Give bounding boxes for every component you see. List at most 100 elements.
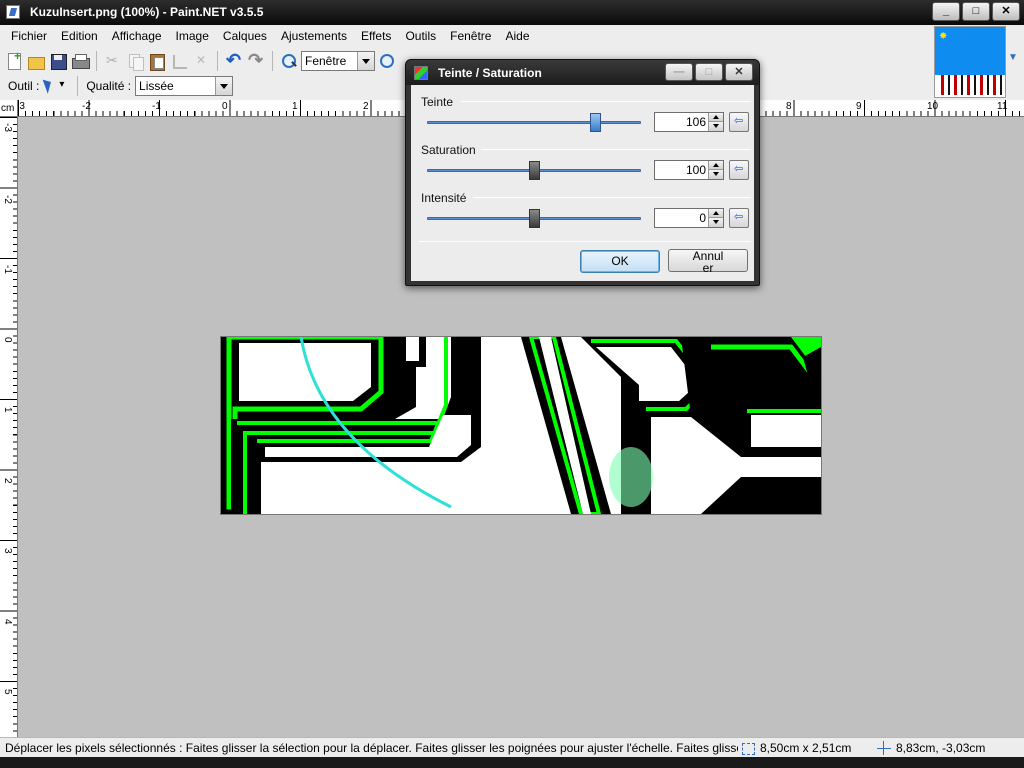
window-titlebar: KuzuInsert.png (100%) - Paint.NET v3.5.5… — [0, 0, 1024, 25]
ruler-unit: cm — [0, 100, 18, 117]
spin-down-icon[interactable] — [708, 122, 723, 131]
ruler-label: 10 — [927, 101, 939, 112]
chevron-down-icon[interactable] — [357, 52, 374, 70]
intensity-spinbox[interactable]: 0 — [654, 208, 724, 228]
open-folder-icon[interactable] — [26, 51, 46, 71]
cancel-button[interactable]: Annuler — [668, 249, 748, 274]
ruler-label: -2 — [82, 101, 91, 112]
ruler-label: 2 — [2, 478, 13, 484]
print-icon[interactable] — [70, 51, 90, 71]
spin-down-icon[interactable] — [708, 170, 723, 179]
tool-options-bar: Outil : Qualité : Lissée — [8, 75, 234, 97]
dialog-minimize-button[interactable]: — — [665, 63, 693, 81]
spin-down-icon[interactable] — [708, 218, 723, 227]
zoom-in-icon[interactable] — [377, 51, 397, 71]
quality-combo[interactable]: Lissée — [135, 76, 234, 96]
hue-value: 106 — [685, 115, 706, 129]
saturation-label: Saturation — [421, 143, 476, 157]
menu-effets[interactable]: Effets — [354, 25, 398, 48]
menu-edition[interactable]: Edition — [54, 25, 105, 48]
image-thumbnail[interactable]: ✸ — [934, 26, 1006, 98]
intensity-slider-track[interactable] — [427, 209, 641, 228]
hue-slider-track[interactable] — [427, 113, 641, 132]
paintdotnet-app-icon[interactable] — [6, 5, 20, 19]
maximize-button[interactable]: □ — [962, 2, 990, 21]
selection-size-panel: 8,50cm x 2,51cm — [740, 741, 851, 755]
hue-slider-thumb[interactable] — [589, 113, 601, 132]
menu-bar: Fichier Edition Affichage Image Calques … — [0, 25, 537, 48]
saturation-slider-track[interactable] — [427, 161, 641, 180]
dialog-title: Teinte / Saturation — [438, 66, 542, 80]
save-icon[interactable] — [48, 51, 68, 71]
redo-icon[interactable] — [246, 50, 266, 71]
ruler-label: 9 — [856, 101, 862, 112]
intensity-reset-button[interactable] — [729, 208, 749, 228]
status-message: Déplacer les pixels sélectionnés : Faite… — [5, 741, 738, 755]
hue-label: Teinte — [421, 95, 454, 109]
saturation-value: 100 — [685, 163, 706, 177]
close-button[interactable]: ✕ — [992, 2, 1020, 21]
zoom-combo[interactable]: Fenêtre — [301, 51, 375, 71]
spin-up-icon[interactable] — [708, 113, 723, 122]
menu-aide[interactable]: Aide — [498, 25, 536, 48]
menu-fenetre[interactable]: Fenêtre — [443, 25, 498, 48]
zoom-out-icon[interactable] — [279, 51, 299, 71]
thumbnail-strip — [937, 75, 1003, 95]
group-divider — [481, 149, 751, 150]
dialog-maximize-button[interactable]: □ — [695, 63, 723, 81]
deselect-icon[interactable] — [191, 51, 211, 71]
undo-icon[interactable] — [224, 50, 244, 71]
cursor-position-icon — [876, 741, 892, 755]
ruler-label: 8 — [786, 101, 792, 112]
paste-icon[interactable] — [147, 51, 167, 71]
ok-button[interactable]: OK — [580, 250, 660, 273]
thumbnail-scroll-icon[interactable]: ▼ — [1008, 52, 1022, 66]
menu-outils[interactable]: Outils — [398, 25, 443, 48]
taskbar — [0, 757, 1024, 768]
ruler-label: 3 — [2, 548, 13, 554]
ruler-label: -3 — [2, 123, 13, 132]
window-controls: _ □ ✕ — [932, 2, 1020, 21]
dialog-window-controls: — □ ✕ — [665, 63, 753, 81]
ruler-label: -1 — [2, 265, 13, 274]
selection-size-icon — [740, 741, 756, 755]
ruler-ticks — [0, 117, 17, 737]
toolbar-separator — [272, 51, 273, 71]
menu-image[interactable]: Image — [169, 25, 216, 48]
menu-affichage[interactable]: Affichage — [105, 25, 169, 48]
cut-icon[interactable] — [103, 51, 123, 71]
spin-up-icon[interactable] — [708, 209, 723, 218]
menu-ajustements[interactable]: Ajustements — [274, 25, 354, 48]
dialog-body: Teinte 106 Saturation 100 Intensité — [411, 85, 754, 281]
move-selection-tool-icon[interactable] — [43, 76, 69, 96]
chevron-down-icon[interactable] — [215, 77, 233, 95]
spin-up-icon[interactable] — [708, 161, 723, 170]
sun-icon: ✸ — [939, 31, 948, 42]
menu-calques[interactable]: Calques — [216, 25, 274, 48]
saturation-reset-button[interactable] — [729, 160, 749, 180]
minimize-button[interactable]: _ — [932, 2, 960, 21]
selection-size: 8,50cm x 2,51cm — [760, 741, 852, 755]
hue-reset-button[interactable] — [729, 112, 749, 132]
ruler-label: 0 — [2, 337, 13, 343]
cursor-position-panel: 8,83cm, -3,03cm — [876, 741, 985, 755]
menu-fichier[interactable]: Fichier — [4, 25, 54, 48]
saturation-slider-thumb[interactable] — [528, 161, 540, 180]
intensity-label: Intensité — [421, 191, 467, 205]
hue-saturation-dialog: Teinte / Saturation — □ ✕ Teinte 106 Sat… — [405, 59, 760, 286]
image-canvas[interactable] — [220, 336, 822, 515]
zoom-combo-value: Fenêtre — [305, 54, 347, 68]
hue-spinbox[interactable]: 106 — [654, 112, 724, 132]
saturation-spinbox[interactable]: 100 — [654, 160, 724, 180]
copy-icon[interactable] — [125, 51, 145, 71]
quality-label: Qualité : — [86, 79, 132, 93]
ruler-label: -1 — [152, 101, 161, 112]
intensity-slider-thumb[interactable] — [528, 209, 540, 228]
ruler-label: 5 — [2, 689, 13, 695]
ruler-label: 0 — [222, 101, 228, 112]
quality-combo-value: Lissée — [139, 79, 174, 93]
new-image-icon[interactable] — [4, 49, 24, 71]
dialog-close-button[interactable]: ✕ — [725, 63, 753, 81]
dialog-titlebar[interactable]: Teinte / Saturation — □ ✕ — [406, 60, 759, 85]
crop-to-selection-icon[interactable] — [169, 51, 189, 71]
